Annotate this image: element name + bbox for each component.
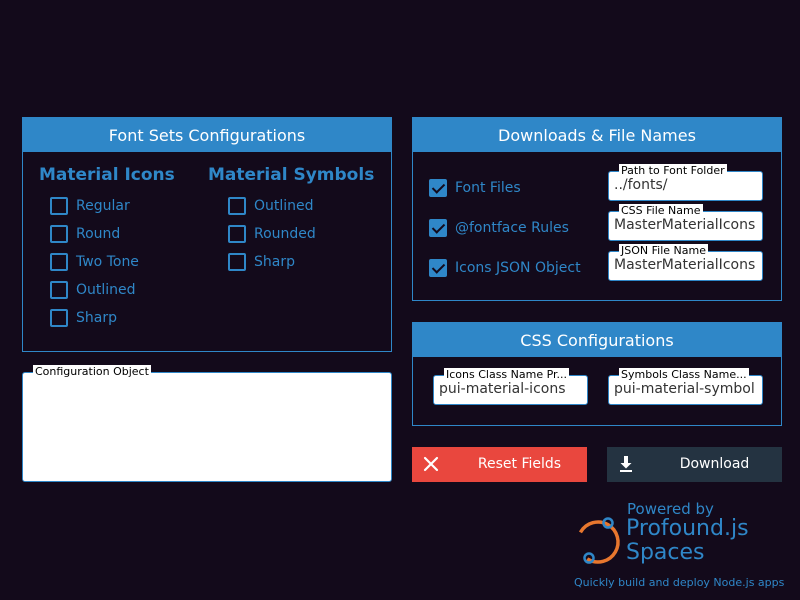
checkbox-symbols-outlined[interactable]: Outlined bbox=[228, 196, 314, 216]
profoundjs-spaces-logo: Powered by Profound.js Spaces Quickly bu… bbox=[570, 500, 795, 595]
checkbox-icons-round[interactable]: Round bbox=[50, 224, 120, 244]
downloads-panel: Downloads & File Names Font Files @fontf… bbox=[412, 117, 782, 301]
css-config-title: CSS Configurations bbox=[413, 323, 781, 357]
checkbox-icons-json[interactable]: Icons JSON Object bbox=[429, 258, 581, 278]
field-label: Icons Class Name Pr... bbox=[444, 368, 570, 381]
checkbox-label: Sharp bbox=[254, 254, 295, 270]
css-file-name-field[interactable]: CSS File Name MasterMaterialIcons bbox=[608, 204, 763, 241]
json-file-name-field[interactable]: JSON File Name MasterMaterialIcons bbox=[608, 244, 763, 281]
checkbox-icon[interactable] bbox=[50, 197, 68, 215]
checkbox-label: Icons JSON Object bbox=[455, 260, 581, 276]
checkbox-icon[interactable] bbox=[228, 253, 246, 271]
brand-name-line2: Spaces bbox=[626, 540, 705, 565]
download-button[interactable]: Download bbox=[607, 447, 782, 482]
checkbox-checked-icon[interactable] bbox=[429, 259, 447, 277]
material-symbols-heading: Material Symbols bbox=[208, 165, 375, 185]
icons-class-prefix-field[interactable]: Icons Class Name Pr... pui-material-icon… bbox=[433, 368, 588, 405]
checkbox-icon[interactable] bbox=[50, 225, 68, 243]
symbols-class-prefix-field[interactable]: Symbols Class Name... pui-material-symbo… bbox=[608, 368, 763, 405]
reset-fields-button[interactable]: Reset Fields bbox=[412, 447, 587, 482]
field-label: CSS File Name bbox=[619, 204, 703, 217]
font-sets-title: Font Sets Configurations bbox=[23, 118, 391, 152]
field-value[interactable]: MasterMaterialIcons bbox=[614, 257, 760, 273]
download-icon bbox=[620, 456, 632, 472]
downloads-title: Downloads & File Names bbox=[413, 118, 781, 152]
field-label: JSON File Name bbox=[619, 244, 708, 257]
checkbox-icon[interactable] bbox=[228, 197, 246, 215]
reset-fields-label: Reset Fields bbox=[477, 456, 562, 472]
checkbox-icons-outlined[interactable]: Outlined bbox=[50, 280, 136, 300]
css-config-panel: CSS Configurations Icons Class Name Pr..… bbox=[412, 322, 782, 426]
font-sets-panel: Font Sets Configurations Material Icons … bbox=[22, 117, 392, 352]
checkbox-icon[interactable] bbox=[50, 309, 68, 327]
checkbox-icon[interactable] bbox=[228, 225, 246, 243]
checkbox-fontface-rules[interactable]: @fontface Rules bbox=[429, 218, 569, 238]
download-label: Download bbox=[679, 456, 750, 472]
checkbox-label: Regular bbox=[76, 198, 130, 214]
spaces-logo-icon bbox=[576, 517, 620, 564]
checkbox-icons-sharp[interactable]: Sharp bbox=[50, 308, 117, 328]
checkbox-font-files[interactable]: Font Files bbox=[429, 178, 521, 198]
configuration-object-textarea[interactable]: Configuration Object bbox=[22, 365, 392, 482]
checkbox-checked-icon[interactable] bbox=[429, 219, 447, 237]
checkbox-icon[interactable] bbox=[50, 253, 68, 271]
font-folder-path-field[interactable]: Path to Font Folder ../fonts/ bbox=[608, 164, 763, 201]
checkbox-checked-icon[interactable] bbox=[429, 179, 447, 197]
field-value[interactable]: MasterMaterialIcons bbox=[614, 217, 760, 233]
checkbox-label: Two Tone bbox=[76, 254, 139, 270]
checkbox-label: @fontface Rules bbox=[455, 220, 569, 236]
brand-name-line1: Profound.js bbox=[626, 516, 749, 541]
checkbox-label: Rounded bbox=[254, 226, 316, 242]
checkbox-label: Round bbox=[76, 226, 121, 242]
field-value[interactable]: pui-material-symbol bbox=[614, 381, 760, 397]
close-icon bbox=[423, 456, 439, 472]
checkbox-label: Outlined bbox=[254, 198, 314, 214]
checkbox-icon[interactable] bbox=[50, 281, 68, 299]
field-label: Configuration Object bbox=[33, 365, 151, 378]
material-icons-heading: Material Icons bbox=[39, 165, 175, 185]
brand-tagline: Quickly build and deploy Node.js apps bbox=[574, 576, 785, 589]
checkbox-label: Outlined bbox=[76, 282, 136, 298]
field-value[interactable]: pui-material-icons bbox=[439, 381, 585, 397]
checkbox-label: Font Files bbox=[455, 180, 521, 196]
checkbox-symbols-sharp[interactable]: Sharp bbox=[228, 252, 295, 272]
field-value[interactable]: ../fonts/ bbox=[614, 177, 760, 193]
field-label: Symbols Class Name... bbox=[619, 368, 749, 381]
field-label: Path to Font Folder bbox=[619, 164, 727, 177]
checkbox-icons-two-tone[interactable]: Two Tone bbox=[50, 252, 139, 272]
checkbox-icons-regular[interactable]: Regular bbox=[50, 196, 130, 216]
checkbox-label: Sharp bbox=[76, 310, 117, 326]
checkbox-symbols-rounded[interactable]: Rounded bbox=[228, 224, 316, 244]
